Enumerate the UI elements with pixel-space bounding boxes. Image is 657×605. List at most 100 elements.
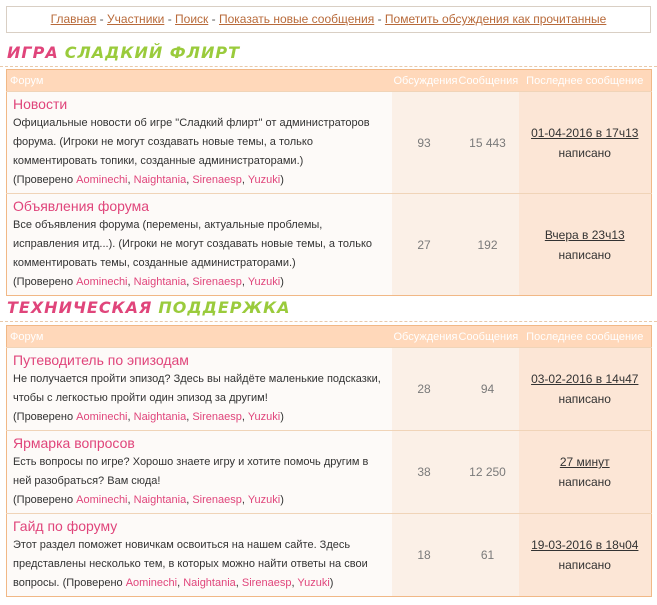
section-title-part2: поддержка (158, 298, 291, 317)
comma: , (241, 276, 245, 288)
checked-prefix: (Проверено (13, 276, 74, 288)
last-post-link[interactable]: Вчера в 23ч13 (545, 228, 625, 242)
comma: , (186, 174, 190, 186)
comma: , (127, 494, 131, 506)
forum-description-text: Есть вопросы по игре? Хорошо знаете игру… (13, 456, 369, 487)
nav-link-home[interactable]: Главная (51, 12, 97, 26)
posts-count: 12 250 (456, 430, 519, 514)
forum-table-support: Форум Обсуждения Сообщения Последнее соо… (6, 325, 652, 597)
nav-link-members[interactable]: Участники (107, 12, 164, 26)
posts-count: 192 (456, 193, 519, 296)
moderator-link[interactable]: Naightania (183, 577, 236, 589)
column-header-forum: Форум (6, 69, 392, 92)
moderator-link[interactable]: Sirenaesp (242, 577, 292, 589)
last-post-cell: Вчера в 23ч13 написано (518, 193, 652, 296)
topics-count: 28 (391, 347, 457, 431)
nav-separator: - (167, 12, 172, 26)
moderator-link[interactable]: Aominechi (76, 411, 127, 423)
nav-link-mark-read[interactable]: Пометить обсуждения как прочитанные (385, 12, 606, 26)
moderator-link[interactable]: Naightania (134, 174, 187, 186)
moderator-link[interactable]: Yuzuki (248, 174, 280, 186)
checked-suffix: ) (329, 577, 334, 589)
forum-description: Все объявления форума (перемены, актуаль… (13, 216, 386, 292)
forum-description-text: Все объявления форума (перемены, актуаль… (13, 219, 373, 269)
forum-title-link[interactable]: Объявления форума (13, 197, 386, 216)
moderator-link[interactable]: Naightania (134, 276, 187, 288)
moderator-link[interactable]: Sirenaesp (192, 276, 242, 288)
section-title-part1: Техническая (7, 298, 153, 317)
table-header-row: Форум Обсуждения Сообщения Последнее соо… (6, 325, 652, 348)
moderator-link[interactable]: Sirenaesp (192, 174, 242, 186)
posts-count: 94 (456, 347, 519, 431)
forum-title-link[interactable]: Путеводитель по эпизодам (13, 351, 386, 370)
moderator-link[interactable]: Yuzuki (248, 411, 280, 423)
moderator-link[interactable]: Aominechi (76, 276, 127, 288)
forum-row: Ярмарка вопросов Есть вопросы по игре? Х… (6, 430, 652, 514)
comma: , (186, 276, 190, 288)
forum-cell: Объявления форума Все объявления форума … (6, 193, 392, 296)
last-post-cell: 03-02-2016 в 14ч47 написано (518, 347, 652, 431)
moderator-link[interactable]: Aominechi (126, 577, 177, 589)
moderator-link[interactable]: Sirenaesp (192, 494, 242, 506)
last-post-link[interactable]: 27 минут (560, 455, 610, 469)
checked-suffix: ) (280, 174, 284, 186)
topics-count: 18 (391, 513, 457, 597)
section-title-part1: Игра (7, 43, 59, 62)
last-post-written: написано (558, 247, 611, 262)
section-title-game: Игра Сладкий флирт (7, 42, 240, 64)
last-post-link[interactable]: 19-03-2016 в 18ч04 (531, 538, 638, 552)
nav-link-new-posts[interactable]: Показать новые сообщения (219, 12, 374, 26)
checked-prefix: (Проверено (13, 174, 74, 186)
forum-cell: Ярмарка вопросов Есть вопросы по игре? Х… (6, 430, 392, 514)
comma: , (241, 494, 245, 506)
last-post-cell: 01-04-2016 в 17ч13 написано (518, 91, 652, 194)
posts-count: 15 443 (456, 91, 519, 194)
comma: , (235, 577, 239, 589)
checked-prefix: (Проверено (62, 577, 123, 589)
table-header-row: Форум Обсуждения Сообщения Последнее соо… (6, 69, 652, 92)
comma: , (241, 174, 245, 186)
topics-count: 93 (391, 91, 457, 194)
column-header-topics: Обсуждения (391, 69, 457, 92)
moderator-link[interactable]: Naightania (134, 411, 187, 423)
forum-description-text: Не получается пройти эпизод? Здесь вы на… (13, 373, 381, 404)
forum-title-link[interactable]: Гайд по форуму (13, 517, 386, 536)
forum-table-game: Форум Обсуждения Сообщения Последнее соо… (6, 69, 652, 296)
forum-description: Этот раздел поможет новичкам освоиться н… (13, 536, 386, 593)
comma: , (186, 411, 190, 423)
forum-description-text: Официальные новости об игре "Сладкий фли… (13, 117, 370, 167)
moderator-link[interactable]: Yuzuki (248, 494, 280, 506)
moderator-link[interactable]: Sirenaesp (192, 411, 242, 423)
moderator-link[interactable]: Yuzuki (248, 276, 280, 288)
section-title-support: Техническая поддержка (7, 297, 291, 319)
forum-description: Официальные новости об игре "Сладкий фли… (13, 114, 386, 190)
forum-row: Новости Официальные новости об игре "Сла… (6, 91, 652, 194)
forum-cell: Новости Официальные новости об игре "Сла… (6, 91, 392, 194)
divider (0, 321, 657, 322)
last-post-link[interactable]: 03-02-2016 в 14ч47 (531, 372, 638, 386)
posts-count: 61 (456, 513, 519, 597)
comma: , (241, 411, 245, 423)
last-post-link[interactable]: 01-04-2016 в 17ч13 (531, 126, 638, 140)
column-header-topics: Обсуждения (391, 325, 457, 348)
divider (0, 66, 657, 67)
last-post-written: написано (558, 145, 611, 160)
forum-title-link[interactable]: Ярмарка вопросов (13, 434, 386, 453)
moderator-link[interactable]: Naightania (134, 494, 187, 506)
column-header-posts: Сообщения (456, 325, 519, 348)
checked-suffix: ) (280, 494, 284, 506)
nav-separator: - (211, 12, 216, 26)
moderator-link[interactable]: Aominechi (76, 174, 127, 186)
moderator-link[interactable]: Aominechi (76, 494, 127, 506)
forum-title-link[interactable]: Новости (13, 95, 386, 114)
nav-link-search[interactable]: Поиск (175, 12, 208, 26)
nav-separator: - (99, 12, 104, 26)
comma: , (127, 276, 131, 288)
last-post-cell: 19-03-2016 в 18ч04 написано (518, 513, 652, 597)
moderator-link[interactable]: Yuzuki (297, 577, 329, 589)
forum-row: Гайд по форуму Этот раздел поможет нович… (6, 513, 652, 597)
column-header-forum: Форум (6, 325, 392, 348)
top-navigation: Главная - Участники - Поиск - Показать н… (6, 6, 651, 33)
topics-count: 27 (391, 193, 457, 296)
forum-description: Есть вопросы по игре? Хорошо знаете игру… (13, 453, 386, 510)
